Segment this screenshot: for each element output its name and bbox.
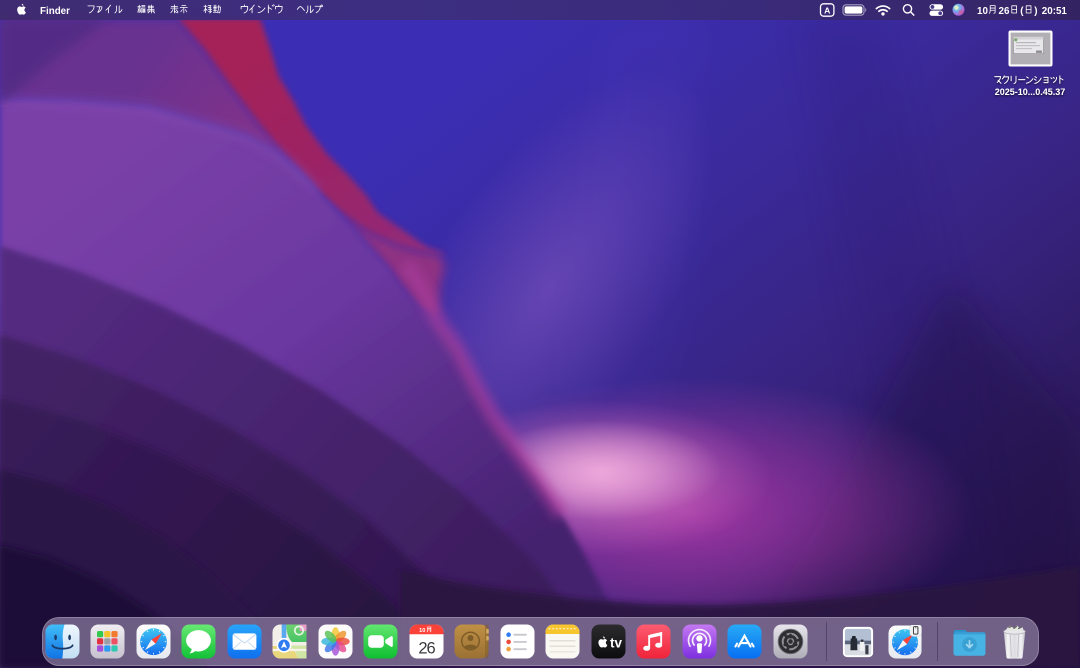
svg-text:26: 26 [418,640,435,658]
svg-text:Finder: Finder [40,6,70,17]
svg-text:26: 26 [999,6,1010,17]
svg-text:tv: tv [610,635,622,650]
svg-text:): ) [1034,6,1037,17]
svg-text:A: A [824,5,830,15]
svg-text:10: 10 [977,6,988,17]
svg-text:10: 10 [419,628,425,634]
svg-text:(: ( [1020,6,1024,17]
svg-text:2025-10...0.45.37: 2025-10...0.45.37 [995,87,1066,97]
svg-text:20:51: 20:51 [1042,6,1068,17]
